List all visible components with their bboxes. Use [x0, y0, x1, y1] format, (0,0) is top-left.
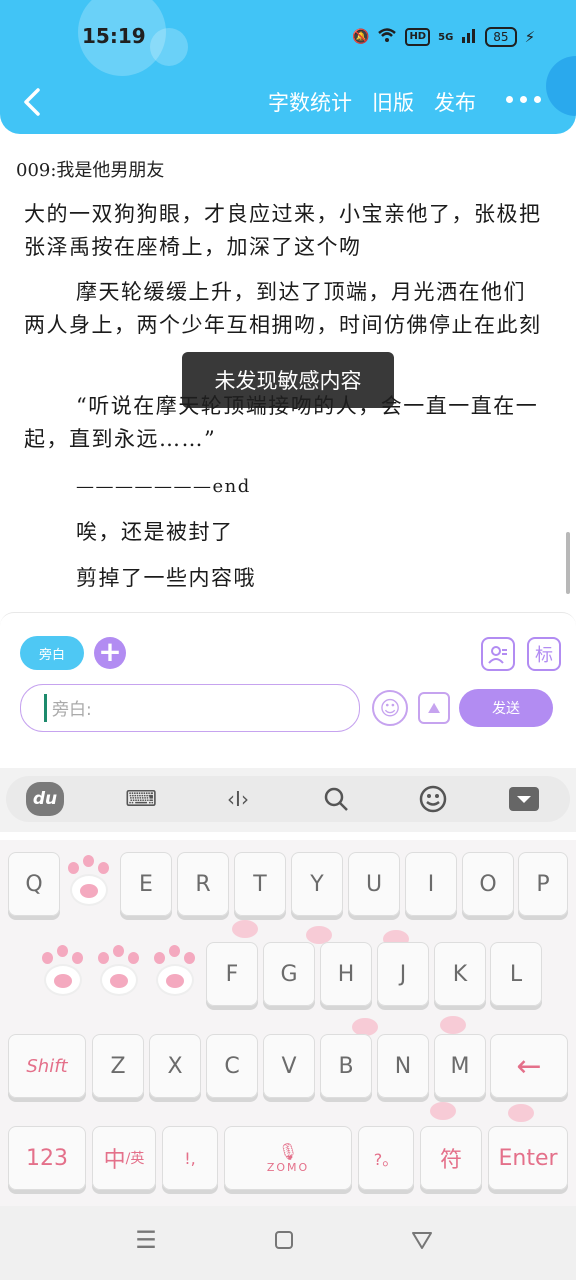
image-button[interactable]: ⛰ — [418, 692, 450, 724]
paw-icon — [46, 966, 80, 994]
key-z[interactable]: Z — [92, 1034, 144, 1098]
more-dot-icon — [534, 96, 541, 103]
lang-sub-label: /英 — [125, 1151, 145, 1167]
key-numbers[interactable]: 123 — [8, 1126, 86, 1190]
paw-icon — [158, 966, 192, 994]
key-x[interactable]: X — [149, 1034, 201, 1098]
person-icon — [488, 646, 507, 664]
wifi-icon — [377, 27, 397, 47]
scrollbar[interactable] — [566, 532, 570, 594]
key-space[interactable]: 🎙 ZOMO — [224, 1126, 352, 1190]
hd-icon: HD — [405, 28, 431, 46]
key-punct-period[interactable]: ?。 — [358, 1126, 414, 1190]
key-m[interactable]: M — [434, 1034, 486, 1098]
key-d-paw[interactable] — [148, 942, 202, 1002]
lang-main-label: 中 — [103, 1148, 126, 1173]
smiley-icon: ☺ — [379, 696, 401, 720]
key-backspace[interactable]: ← — [490, 1034, 568, 1098]
key-v[interactable]: V — [263, 1034, 315, 1098]
story-paragraph[interactable]: 大的一双狗狗眼，才良应过来，小宝亲他了，张极把张泽禹按在座椅上，加深了这个吻 — [24, 198, 544, 264]
story-paragraph[interactable]: 唉，还是被封了 — [24, 516, 544, 549]
text-caret — [44, 694, 47, 722]
key-n[interactable]: N — [377, 1034, 429, 1098]
tag-button[interactable]: 标 — [527, 637, 561, 671]
more-options-button[interactable] — [506, 96, 541, 103]
image-icon: ⛰ — [427, 699, 441, 717]
story-paragraph[interactable]: 摩天轮缓缓上升，到达了顶端，月光洒在他们两人身上，两个少年互相拥吻，时间仿佛停止… — [24, 276, 544, 342]
key-punct-comma[interactable]: !, — [162, 1126, 218, 1190]
chapter-title[interactable]: 009:我是他男朋友 — [16, 156, 164, 182]
paw-print-decoration — [430, 1102, 456, 1120]
status-icons: 🔕 HD 5G 85 ⚡ — [352, 24, 535, 50]
cursor-move-icon[interactable]: ‹I› — [220, 782, 256, 816]
home-icon[interactable] — [270, 1226, 298, 1254]
more-dot-icon — [506, 96, 513, 103]
key-f[interactable]: F — [206, 942, 258, 1006]
old-version-button[interactable]: 旧版 — [372, 87, 414, 117]
more-dot-icon — [520, 96, 527, 103]
key-u[interactable]: U — [348, 852, 400, 916]
key-h[interactable]: H — [320, 942, 372, 1006]
key-k[interactable]: K — [434, 942, 486, 1006]
chevron-left-icon — [24, 88, 40, 116]
signal-icon — [461, 27, 477, 47]
key-language-toggle[interactable]: 中/英 — [92, 1126, 156, 1190]
emoji-button[interactable]: ☺ — [372, 690, 408, 726]
hide-keyboard-icon[interactable] — [506, 782, 542, 816]
key-j[interactable]: J — [377, 942, 429, 1006]
key-o[interactable]: O — [462, 852, 514, 916]
network-label: 5G — [438, 31, 454, 43]
back-triangle-icon[interactable] — [408, 1226, 436, 1254]
key-q[interactable]: Q — [8, 852, 60, 916]
microphone-icon: 🎙 — [277, 1142, 299, 1161]
battery-indicator: 85 — [485, 27, 517, 47]
key-a-paw[interactable] — [36, 942, 90, 1002]
paw-print-decoration — [232, 920, 258, 938]
key-b[interactable]: B — [320, 1034, 372, 1098]
key-s-paw[interactable] — [92, 942, 146, 1002]
key-l[interactable]: L — [490, 942, 542, 1006]
baidu-logo-icon[interactable]: du — [26, 782, 64, 816]
mute-icon: 🔕 — [352, 29, 370, 45]
key-shift[interactable]: Shift — [8, 1034, 86, 1098]
story-paragraph[interactable]: ———————end — [24, 470, 544, 503]
character-button[interactable] — [481, 637, 515, 671]
keyboard-toolbar-pill — [6, 776, 570, 822]
search-icon[interactable] — [318, 782, 354, 816]
key-g[interactable]: G — [263, 942, 315, 1006]
paw-icon — [102, 966, 136, 994]
key-y[interactable]: Y — [291, 852, 343, 916]
send-button[interactable]: 发送 — [459, 689, 553, 727]
role-chip-narrator[interactable]: 旁白 — [20, 636, 84, 670]
key-r[interactable]: R — [177, 852, 229, 916]
word-count-button[interactable]: 字数统计 — [268, 87, 352, 117]
key-e[interactable]: E — [120, 852, 172, 916]
paw-print-decoration — [440, 1016, 466, 1034]
message-placeholder: 旁白: — [52, 700, 92, 720]
key-p[interactable]: P — [518, 852, 568, 916]
brand-label: ZOMO — [266, 1161, 310, 1174]
header-actions: 字数统计 旧版 发布 — [268, 86, 476, 118]
charging-icon: ⚡ — [524, 28, 536, 46]
key-enter[interactable]: Enter — [488, 1126, 568, 1190]
emoji-icon[interactable] — [415, 782, 451, 816]
story-paragraph[interactable]: 剪掉了一些内容哦 — [24, 562, 544, 595]
key-c[interactable]: C — [206, 1034, 258, 1098]
key-i[interactable]: I — [405, 852, 457, 916]
paw-icon — [72, 876, 106, 904]
keyboard-icon[interactable]: ⌨ — [123, 782, 159, 816]
status-time: 15:19 — [82, 24, 146, 48]
toast-message: 未发现敏感内容 — [182, 352, 394, 408]
key-w-paw[interactable] — [62, 852, 116, 912]
back-button[interactable] — [18, 86, 48, 118]
key-symbols[interactable]: 符 — [420, 1126, 482, 1190]
add-role-button[interactable]: + — [94, 637, 126, 669]
menu-icon[interactable]: ☰ — [132, 1226, 160, 1254]
key-t[interactable]: T — [234, 852, 286, 916]
paw-print-decoration — [508, 1104, 534, 1122]
publish-button[interactable]: 发布 — [434, 87, 476, 117]
